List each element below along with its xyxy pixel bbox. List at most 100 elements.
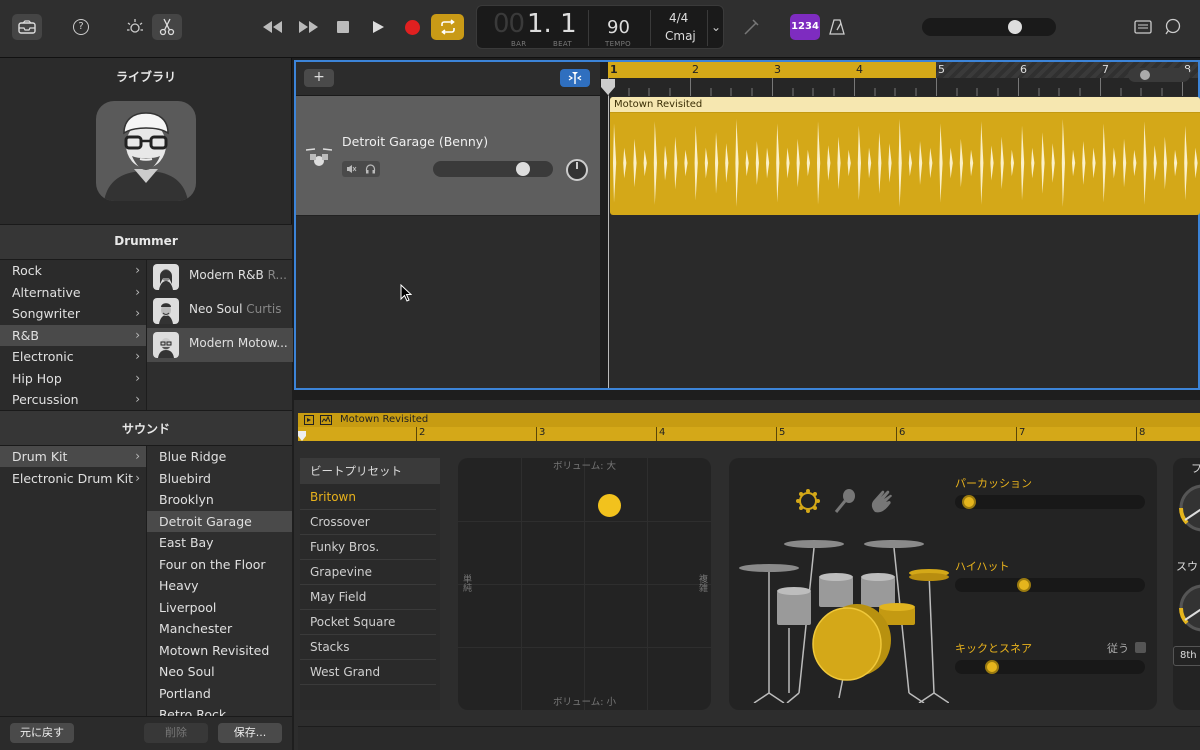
percussion-slider[interactable] [955, 495, 1145, 509]
lcd-bar-label: BAR [511, 40, 527, 48]
waveform-transient [776, 123, 780, 203]
delete-button[interactable]: 削除 [144, 723, 208, 743]
add-track-button[interactable]: + [304, 69, 334, 87]
waveform-transient [1194, 147, 1198, 179]
kit-item[interactable]: Heavy [147, 575, 292, 596]
kit-item[interactable]: Liverpool [147, 597, 292, 618]
waveform-transient [1133, 149, 1137, 177]
master-volume-knob[interactable] [1008, 20, 1022, 34]
fills-swing-panel: フ スウ 8th [1173, 458, 1200, 710]
hihat-slider[interactable] [955, 578, 1145, 592]
tuner-button[interactable] [736, 14, 766, 40]
editor-region-name: Motown Revisited [340, 414, 429, 425]
lcd-display[interactable]: 00 1. 1 BAR BEAT 90 TEMPO 4/4 Cmaj ⌄ [476, 5, 724, 49]
genre-item[interactable]: Rock › [0, 260, 146, 281]
track-name[interactable]: Detroit Garage (Benny) [342, 134, 488, 149]
drummer-item[interactable]: Neo Soul Curtis [147, 294, 293, 328]
genre-item[interactable]: Hip Hop › [0, 368, 146, 389]
drummer-portrait-icon [104, 112, 188, 201]
library-button[interactable] [12, 14, 42, 40]
fast-forward-button[interactable] [294, 14, 324, 40]
kit-item[interactable]: Motown Revisited [147, 640, 292, 661]
kit-item[interactable]: Brooklyn [147, 489, 292, 510]
swing-note-select[interactable]: 8th [1173, 646, 1200, 666]
kit-item[interactable]: Neo Soul [147, 661, 292, 682]
loop-browser-button[interactable] [1158, 14, 1188, 40]
count-in-button[interactable]: 1234 [790, 14, 820, 40]
kick-snare-slider[interactable] [955, 660, 1145, 674]
tambourine-icon[interactable] [795, 488, 821, 514]
swing-knob[interactable] [1177, 580, 1200, 636]
preset-item[interactable]: Crossover [300, 510, 436, 535]
editor-playhead-icon[interactable] [298, 431, 306, 441]
kit-item[interactable]: Bluebird [147, 468, 292, 489]
drummer-name: Curtis [246, 302, 282, 316]
kick-snare-slider-knob[interactable] [985, 660, 999, 674]
revert-button[interactable]: 元に戻す [10, 723, 74, 743]
genre-item-selected[interactable]: R&B › [0, 324, 146, 346]
preset-item[interactable]: May Field [300, 585, 436, 610]
hihat-slider-knob[interactable] [1017, 578, 1031, 592]
waveform-transient [857, 125, 861, 201]
shaker-icon[interactable] [833, 488, 857, 514]
percussion-slider-knob[interactable] [962, 495, 976, 509]
solo-button[interactable] [361, 161, 380, 177]
kit-type-item-selected[interactable]: Drum Kit › [0, 446, 146, 467]
waveform-transient [970, 149, 974, 177]
master-volume-slider[interactable] [922, 18, 1056, 36]
kit-item[interactable]: Manchester [147, 618, 292, 639]
metronome-button[interactable] [822, 14, 852, 40]
ruler[interactable]: 1 2 3 4 5 6 7 8 [608, 62, 1198, 96]
smart-controls-button[interactable] [120, 14, 150, 40]
preset-item[interactable]: West Grand [300, 660, 436, 685]
editor-ruler[interactable]: Motown Revisited 2 3 4 5 6 7 8 [298, 413, 1200, 441]
track-pan-knob[interactable] [566, 159, 588, 181]
save-button[interactable]: 保存... [218, 723, 282, 743]
xy-puck[interactable] [598, 494, 621, 517]
cycle-button[interactable] [431, 14, 464, 40]
editors-button[interactable] [152, 14, 182, 40]
genre-item[interactable]: Songwriter › [0, 303, 146, 324]
waveform-transient [1092, 147, 1096, 179]
waveform-transient [745, 149, 749, 177]
quick-help-button[interactable]: ? [66, 14, 96, 40]
kit-item[interactable]: Retro Rock [147, 704, 292, 716]
kit-item-selected[interactable]: Detroit Garage [147, 510, 292, 532]
track-volume-slider[interactable] [433, 161, 553, 177]
playhead-icon[interactable] [600, 78, 616, 96]
drummer-item[interactable]: Modern R&B R... [147, 260, 293, 294]
note-pad-button[interactable] [1128, 14, 1158, 40]
follow-checkbox[interactable] [1135, 642, 1146, 653]
kit-type-item[interactable]: Electronic Drum Kit › [0, 468, 146, 489]
preset-item[interactable]: Stacks [300, 635, 436, 660]
catch-playhead-button[interactable] [560, 69, 590, 87]
lcd-menu-chevron-icon[interactable]: ⌄ [711, 20, 721, 34]
preset-item[interactable]: Grapevine [300, 560, 436, 585]
mouse-cursor-icon [400, 284, 412, 302]
play-button[interactable] [363, 14, 393, 40]
preset-item[interactable]: Funky Bros. [300, 535, 436, 560]
fills-knob[interactable] [1177, 480, 1200, 536]
mute-button[interactable] [342, 161, 361, 177]
record-button[interactable] [397, 14, 427, 40]
drummer-region[interactable]: Motown Revisited [610, 97, 1200, 215]
genre-item[interactable]: Electronic › [0, 346, 146, 367]
drummer-item-selected[interactable]: Modern Motow... [147, 328, 293, 362]
kit-item[interactable]: Blue Ridge [147, 446, 292, 467]
genre-item[interactable]: Percussion › [0, 389, 146, 410]
xy-pad[interactable]: ボリューム: 大 ボリューム: 小 単純 複雑 [458, 458, 711, 710]
preset-item-selected[interactable]: Britown [300, 485, 436, 510]
genre-item[interactable]: Alternative › [0, 282, 146, 303]
zoom-slider[interactable] [1128, 68, 1190, 82]
preset-item[interactable]: Pocket Square [300, 610, 436, 635]
rewind-button[interactable] [257, 14, 287, 40]
stop-button[interactable] [328, 14, 358, 40]
kit-item[interactable]: East Bay [147, 532, 292, 553]
track-header-drummer[interactable]: Detroit Garage (Benny) [296, 96, 600, 216]
hand-clap-icon[interactable] [869, 488, 893, 514]
chevron-right-icon: › [135, 327, 140, 342]
waveform-transient [1163, 136, 1167, 190]
kit-item[interactable]: Portland [147, 683, 292, 704]
track-volume-knob[interactable] [516, 162, 530, 176]
kit-item[interactable]: Four on the Floor [147, 554, 292, 575]
